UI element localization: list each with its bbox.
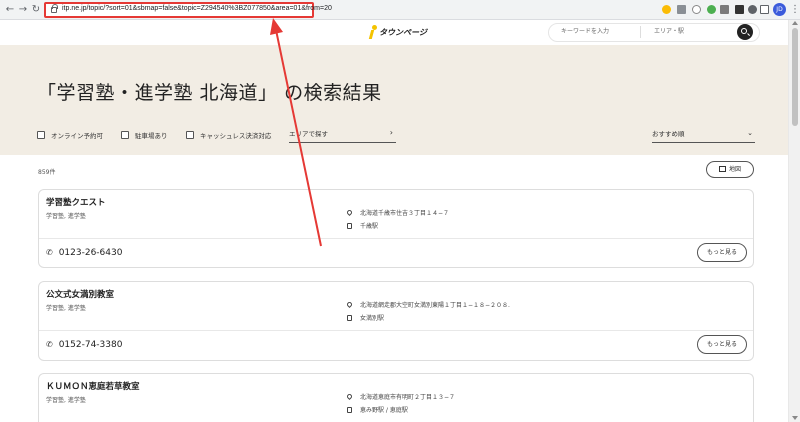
site-header: タウンページ キーワードを入力 エリア・駅: [0, 20, 788, 45]
listing-station: 千歳駅: [347, 221, 378, 230]
listing-category: 学習塾, 進学塾: [46, 213, 86, 220]
reload-icon[interactable]: ↻: [30, 3, 42, 17]
scroll-up-icon[interactable]: [792, 21, 798, 25]
more-button[interactable]: もっと見る: [697, 243, 747, 262]
filter-cashless[interactable]: キャッシュレス決済対応: [186, 130, 271, 140]
logo-mark-icon: [368, 25, 378, 39]
listing-category: 学習塾, 進学塾: [46, 305, 86, 312]
listing-name[interactable]: 公文式女満別教室: [46, 288, 114, 300]
sidebar-toggle-icon[interactable]: [760, 5, 769, 14]
extension-dark-icon[interactable]: [735, 5, 744, 14]
browser-menu-icon[interactable]: ⋮: [790, 3, 800, 16]
back-arrow-icon[interactable]: ←: [4, 3, 16, 17]
chevron-right-icon: ›: [389, 128, 393, 137]
chevron-down-icon: ⌄: [747, 129, 753, 137]
train-icon: [347, 223, 352, 229]
url-text: itp.ne.jp/topic/?sort=01&sbmap=false&top…: [62, 5, 332, 12]
listing-name[interactable]: 学習塾クエスト: [46, 196, 106, 208]
listing-name[interactable]: ＫＵＭＯＮ恵庭若草教室: [46, 380, 140, 392]
listing-address: 北海道恵庭市有明町２丁目１３−７: [345, 392, 455, 401]
lock-icon: [51, 4, 58, 13]
scrollbar-thumb[interactable]: [792, 28, 798, 126]
sort-select[interactable]: おすすめ順 ⌄: [652, 129, 755, 143]
filter-online-reservation[interactable]: オンライン予約可: [37, 130, 103, 140]
location-pin-icon: [345, 392, 354, 401]
filter-parking[interactable]: 駐車場あり: [121, 130, 168, 140]
more-button[interactable]: もっと見る: [697, 335, 747, 354]
browser-toolbar: ← → ↻ itp.ne.jp/topic/?sort=01&sbmap=fal…: [0, 0, 800, 20]
share-icon[interactable]: [677, 5, 686, 14]
page-title: 「学習塾・進学塾 北海道」 の検索結果: [37, 82, 382, 104]
area-select[interactable]: エリアで探す ›: [289, 128, 396, 143]
keyword-input[interactable]: キーワードを入力: [551, 26, 637, 38]
result-card[interactable]: 学習塾クエスト 学習塾, 進学塾 北海道千歳市住吉３丁目１４−７ 千歳駅 ✆ 01…: [38, 189, 754, 268]
location-pin-icon: [345, 208, 354, 217]
extension-icon[interactable]: [720, 5, 729, 14]
listing-station: 女満別駅: [347, 313, 384, 322]
checkbox[interactable]: [121, 131, 129, 139]
checkbox[interactable]: [37, 131, 45, 139]
train-icon: [347, 407, 352, 413]
phone-icon: ✆: [46, 340, 53, 349]
star-icon[interactable]: [692, 5, 701, 14]
puzzle-icon[interactable]: [748, 5, 757, 14]
address-bar[interactable]: itp.ne.jp/topic/?sort=01&sbmap=false&top…: [44, 2, 332, 18]
checkbox[interactable]: [186, 131, 194, 139]
result-card[interactable]: 公文式女満別教室 学習塾, 進学塾 北海道網走郡大空町女満別東陽１丁目１−１８−…: [38, 281, 754, 361]
location-pin-icon: [345, 300, 354, 309]
listing-address: 北海道網走郡大空町女満別東陽１丁目１−１８−２０８.: [345, 300, 510, 309]
filter-bar: オンライン予約可 駐車場あり キャッシュレス決済対応 エリアで探す › おすすめ…: [37, 128, 755, 143]
train-icon: [347, 315, 352, 321]
listing-category: 学習塾, 進学塾: [46, 397, 86, 404]
google-icon[interactable]: [662, 5, 671, 14]
result-count: 859件: [38, 169, 56, 176]
result-card[interactable]: ＫＵＭＯＮ恵庭若草教室 学習塾, 進学塾 北海道恵庭市有明町２丁目１３−７ 恵み…: [38, 373, 754, 422]
listing-address: 北海道千歳市住吉３丁目１４−７: [345, 208, 449, 217]
search-button[interactable]: [737, 24, 753, 40]
listing-station: 恵み野駅 / 恵庭駅: [347, 405, 408, 414]
listing-phone[interactable]: ✆ 0152-74-3380: [46, 340, 122, 350]
scrollbar[interactable]: [788, 20, 800, 422]
extension-green-icon[interactable]: [707, 5, 716, 14]
listing-phone[interactable]: ✆ 0123-26-6430: [46, 248, 122, 258]
divider: [39, 330, 753, 331]
search-icon: [741, 28, 747, 34]
scroll-down-icon[interactable]: [792, 416, 798, 420]
forward-arrow-icon[interactable]: →: [17, 3, 29, 17]
townpage-logo[interactable]: タウンページ: [368, 24, 427, 40]
area-input[interactable]: エリア・駅: [640, 26, 730, 38]
search-hero: 「学習塾・進学塾 北海道」 の検索結果 オンライン予約可 駐車場あり キャッシュ…: [0, 45, 788, 155]
profile-avatar[interactable]: JD: [773, 3, 786, 16]
divider: [39, 238, 753, 239]
map-button[interactable]: 地図: [706, 161, 754, 178]
phone-icon: ✆: [46, 248, 53, 257]
map-icon: [718, 166, 726, 172]
